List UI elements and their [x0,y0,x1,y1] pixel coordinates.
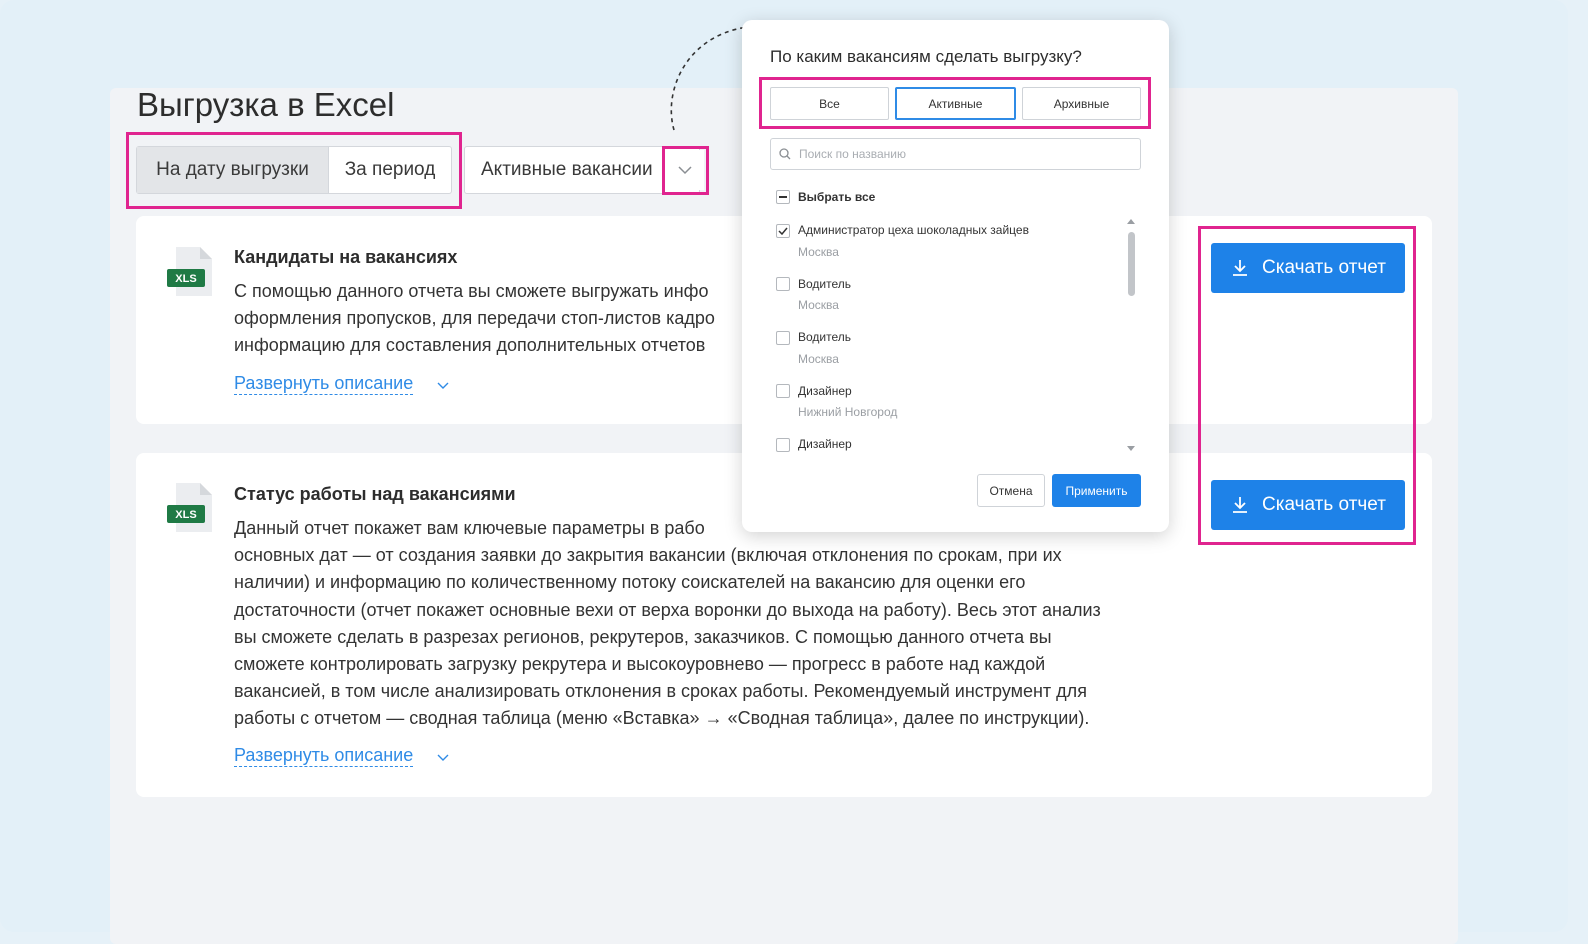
report-description: Данный отчет покажет вам ключевые параме… [234,518,1101,729]
highlight-download-buttons [1198,226,1416,545]
highlight-popup-tabs [759,77,1151,129]
vacancy-name: Дизайнер [798,437,852,451]
xls-file-icon: XLS [167,247,212,296]
vacancy-filter-value: Активные вакансии [481,159,653,180]
vacancy-checkbox[interactable] [776,438,790,452]
search-input[interactable] [799,147,1119,161]
vacancy-checkbox[interactable] [776,331,790,345]
expand-description-link[interactable]: Развернуть описание [234,744,414,767]
report-title: Статус работы над вакансиями [234,484,516,504]
vacancy-name: Водитель [798,277,852,291]
chevron-down-icon [437,382,449,389]
report-description: С помощью данного отчета вы сможете выгр… [234,281,715,356]
vacancy-checkbox[interactable] [776,224,790,238]
vacancy-checkbox[interactable] [776,384,790,398]
scrollbar-thumb[interactable] [1128,232,1135,296]
vacancy-name: Администратор цеха шоколадных зайцев [798,223,1029,237]
select-all-checkbox[interactable] [776,190,790,204]
select-all-label: Выбрать все [798,190,876,204]
xls-file-icon: XLS [167,483,212,532]
vacancy-city: Москва [798,245,839,259]
cancel-button[interactable]: Отмена [977,474,1045,507]
vacancy-city: Москва [798,352,839,366]
vacancy-checkbox[interactable] [776,277,790,291]
apply-button[interactable]: Применить [1052,474,1141,507]
indeterminate-icon [779,196,787,198]
highlight-mode-tabs [126,132,462,209]
vacancy-name: Дизайнер [798,384,852,398]
report-title: Кандидаты на вакансиях [234,247,458,267]
popup-title: По каким вакансиям сделать выгрузку? [770,47,1082,66]
vacancy-city: Москва [798,298,839,312]
svg-text:XLS: XLS [175,273,196,285]
page-title: Выгрузка в Excel [137,86,395,123]
expand-description-link[interactable]: Развернуть описание [234,372,414,395]
check-icon [778,227,788,235]
chevron-down-icon [437,754,449,761]
popup-search [770,138,1141,170]
vacancy-selection-popup: По каким вакансиям сделать выгрузку? Все… [742,20,1169,532]
svg-text:XLS: XLS [175,509,196,521]
vacancy-name: Водитель [798,330,852,344]
vacancy-city: Нижний Новгород [798,405,898,419]
highlight-dropdown-toggle [662,146,709,195]
search-icon [779,148,791,160]
